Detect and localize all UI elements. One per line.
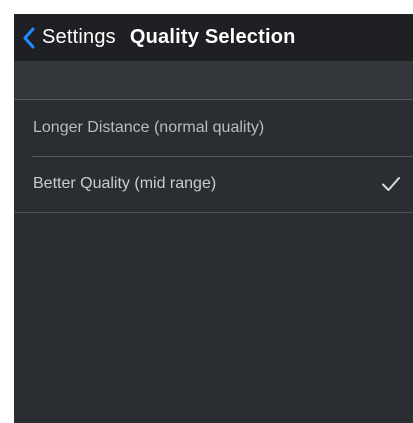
quality-option-longer-distance[interactable]: Longer Distance (normal quality)	[14, 100, 413, 156]
chevron-left-icon	[22, 27, 36, 49]
option-label: Better Quality (mid range)	[33, 175, 217, 192]
section-header-spacer	[14, 61, 413, 99]
quality-options-list: Longer Distance (normal quality) Better …	[14, 99, 413, 213]
navigation-bar: Settings Quality Selection	[14, 14, 413, 61]
screen: Settings Quality Selection Longer Distan…	[14, 14, 413, 423]
empty-background	[14, 213, 413, 423]
back-label: Settings	[42, 26, 116, 48]
option-label: Longer Distance (normal quality)	[33, 119, 265, 136]
page-title: Quality Selection	[129, 26, 296, 48]
back-button[interactable]: Settings	[22, 26, 116, 49]
quality-option-better-quality[interactable]: Better Quality (mid range)	[14, 156, 413, 212]
checkmark-icon	[381, 176, 401, 192]
